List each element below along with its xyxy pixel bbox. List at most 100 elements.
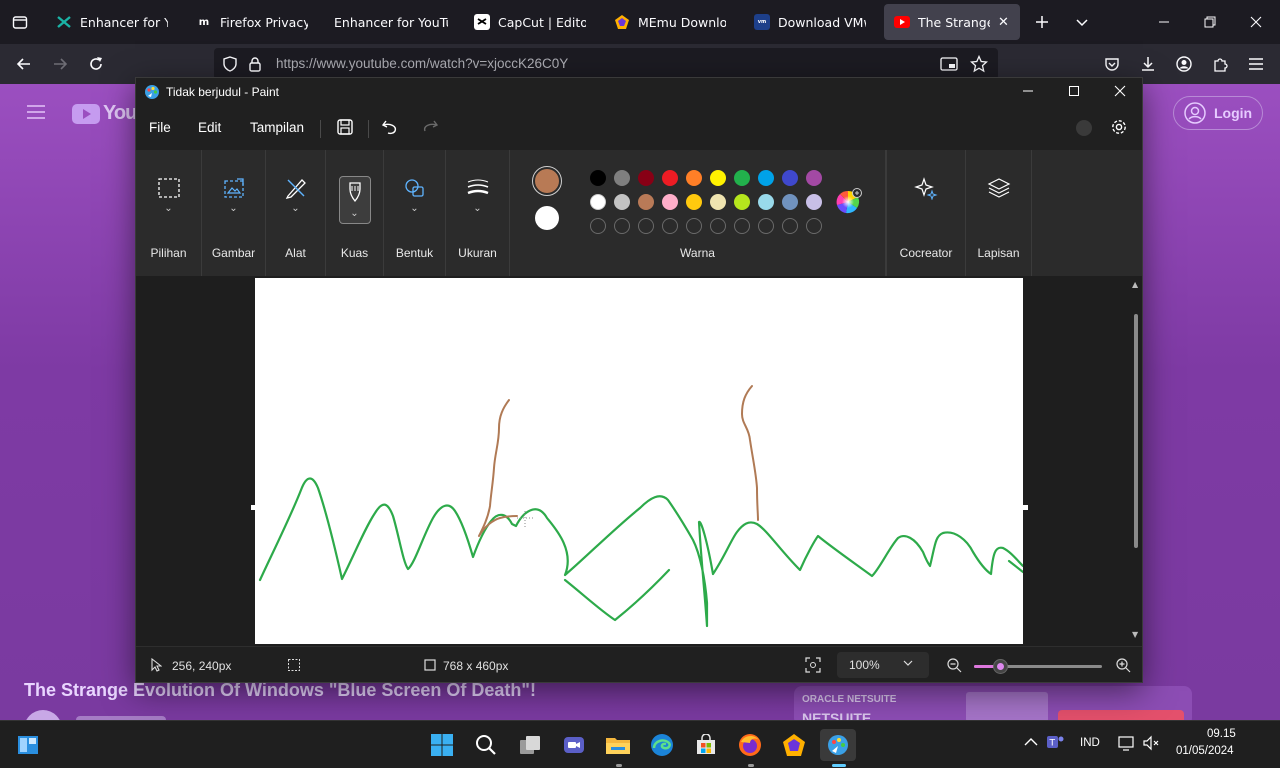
firefox-icon[interactable] <box>732 729 768 761</box>
ribbon-group-tools[interactable]: ⌄ Alat <box>266 150 326 276</box>
palette-color-swatch[interactable] <box>758 194 774 210</box>
palette-custom-color-slot[interactable] <box>662 218 678 234</box>
ribbon-group-shapes[interactable]: ⌄ Bentuk <box>384 150 446 276</box>
ribbon-group-layers[interactable]: Lapisan <box>966 150 1032 276</box>
ribbon-group-brushes[interactable]: ⌄ Kuas <box>326 150 384 276</box>
palette-color-swatch[interactable] <box>590 194 606 210</box>
palette-color-swatch[interactable] <box>662 170 678 186</box>
network-icon[interactable] <box>1118 735 1136 751</box>
palette-color-swatch[interactable] <box>686 170 702 186</box>
canvas-resize-handle[interactable] <box>251 505 256 510</box>
browser-tab-active[interactable]: The Strange Ev ✕ <box>884 4 1020 40</box>
browser-tab[interactable]: Enhancer for YouTube <box>324 4 458 40</box>
account-avatar-icon[interactable] <box>1076 120 1092 136</box>
primary-color-swatch[interactable] <box>532 166 562 196</box>
palette-color-swatch[interactable] <box>638 170 654 186</box>
app-menu-icon[interactable] <box>1240 48 1272 80</box>
browser-tab[interactable]: MEmu Download <box>604 4 736 40</box>
pocket-icon[interactable] <box>1096 48 1128 80</box>
channel-avatar[interactable] <box>24 710 62 720</box>
menu-edit[interactable]: Edit <box>198 120 221 135</box>
palette-custom-color-slot[interactable] <box>614 218 630 234</box>
close-tab-icon[interactable]: ✕ <box>998 15 1009 30</box>
menu-file[interactable]: File <box>149 120 171 135</box>
minimize-window-icon[interactable] <box>1148 6 1180 38</box>
palette-color-swatch[interactable] <box>710 194 726 210</box>
palette-custom-color-slot[interactable] <box>758 218 774 234</box>
zoom-slider-thumb[interactable] <box>993 659 1008 674</box>
ad-cta-button[interactable] <box>1058 710 1184 720</box>
paint-minimize-icon[interactable] <box>1022 85 1034 97</box>
palette-color-swatch[interactable] <box>806 170 822 186</box>
redo-icon[interactable] <box>421 118 439 136</box>
palette-color-swatch[interactable] <box>782 170 798 186</box>
tools-tool[interactable]: ⌄ <box>280 176 312 226</box>
secondary-color-swatch[interactable] <box>535 206 559 230</box>
scrollbar-thumb[interactable] <box>1134 314 1138 548</box>
account-icon[interactable] <box>1168 48 1200 80</box>
palette-custom-color-slot[interactable] <box>734 218 750 234</box>
forward-icon[interactable] <box>44 48 76 80</box>
list-all-tabs-icon[interactable] <box>4 6 36 38</box>
paint-taskbar-icon[interactable] <box>820 729 856 761</box>
cocreator-tool[interactable] <box>910 176 942 226</box>
palette-color-swatch[interactable] <box>758 170 774 186</box>
clock-date[interactable]: 01/05/2024 <box>1176 745 1234 757</box>
address-bar[interactable]: https://www.youtube.com/watch?v=xjoccK26… <box>214 48 998 80</box>
palette-color-swatch[interactable] <box>590 170 606 186</box>
picture-in-picture-icon[interactable] <box>940 56 958 72</box>
start-button-icon[interactable] <box>424 729 460 761</box>
drawing-canvas[interactable] <box>255 278 1023 644</box>
palette-custom-color-slot[interactable] <box>710 218 726 234</box>
paint-close-icon[interactable] <box>1114 85 1126 97</box>
downloads-icon[interactable] <box>1132 48 1164 80</box>
menu-view[interactable]: Tampilan <box>250 120 304 135</box>
palette-color-swatch[interactable] <box>614 170 630 186</box>
browser-tab[interactable]: CapCut | Editor vid <box>464 4 596 40</box>
browser-tab[interactable]: m Firefox Privacy No <box>186 4 318 40</box>
palette-color-swatch[interactable] <box>686 194 702 210</box>
fit-to-window-icon[interactable] <box>805 657 821 673</box>
palette-custom-color-slot[interactable] <box>590 218 606 234</box>
palette-color-swatch[interactable] <box>662 194 678 210</box>
zoom-select[interactable]: 100% <box>837 652 929 678</box>
undo-icon[interactable] <box>381 118 399 136</box>
vertical-scrollbar[interactable]: ▲ ▼ <box>1131 278 1141 644</box>
reload-icon[interactable] <box>80 48 112 80</box>
palette-color-swatch[interactable] <box>734 194 750 210</box>
lock-icon[interactable] <box>248 56 262 72</box>
ribbon-group-selection[interactable]: ⌄ Pilihan <box>136 150 202 276</box>
canvas-resize-handle[interactable] <box>1023 505 1028 510</box>
close-window-icon[interactable] <box>1240 6 1272 38</box>
back-icon[interactable] <box>8 48 40 80</box>
chevron-down-icon[interactable] <box>1066 6 1098 38</box>
brush-tool-selected[interactable]: ⌄ <box>338 176 371 224</box>
restore-window-icon[interactable] <box>1194 6 1226 38</box>
browser-tab[interactable]: Enhancer for YouT <box>46 4 178 40</box>
palette-custom-color-slot[interactable] <box>638 218 654 234</box>
palette-color-swatch[interactable] <box>710 170 726 186</box>
teams-tray-icon[interactable]: T <box>1046 734 1064 750</box>
zoom-in-icon[interactable] <box>1115 657 1131 673</box>
palette-color-swatch[interactable] <box>638 194 654 210</box>
login-button[interactable]: Login <box>1173 96 1263 130</box>
palette-custom-color-slot[interactable] <box>686 218 702 234</box>
paint-maximize-icon[interactable] <box>1068 85 1080 97</box>
save-icon[interactable] <box>336 118 354 136</box>
file-explorer-icon[interactable] <box>600 729 636 761</box>
microsoft-store-icon[interactable] <box>688 729 724 761</box>
tracking-protection-icon[interactable] <box>222 56 238 72</box>
clock-time[interactable]: 09.15 <box>1207 728 1236 740</box>
edit-colors-icon[interactable] <box>836 188 862 214</box>
edge-browser-icon[interactable] <box>644 729 680 761</box>
task-view-icon[interactable] <box>512 729 548 761</box>
scroll-up-icon[interactable]: ▲ <box>1132 280 1138 289</box>
show-hidden-icons-icon[interactable] <box>1024 737 1038 747</box>
ribbon-group-cocreator[interactable]: Cocreator <box>886 150 966 276</box>
search-icon[interactable] <box>468 729 504 761</box>
extensions-icon[interactable] <box>1204 48 1236 80</box>
layers-tool[interactable] <box>983 176 1015 226</box>
bookmark-star-icon[interactable] <box>970 55 988 73</box>
ribbon-group-size[interactable]: ⌄ Ukuran <box>446 150 510 276</box>
ribbon-group-image[interactable]: ⌄ Gambar <box>202 150 266 276</box>
